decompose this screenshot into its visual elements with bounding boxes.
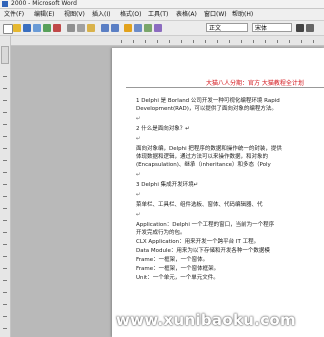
menu-file[interactable]: 文件(F) (4, 10, 24, 19)
ruler-tick (3, 280, 7, 281)
ruler-tick (3, 232, 7, 233)
ruler-tick (3, 136, 7, 137)
save-icon[interactable] (23, 24, 31, 32)
ruler-tick (157, 40, 158, 43)
preview-icon[interactable] (43, 24, 51, 32)
ruler-tick (313, 40, 314, 43)
ruler-tick (3, 112, 7, 113)
table-icon[interactable] (134, 24, 142, 32)
paragraph-line: Application：Delphi 一个工程的窗口，当前为一个程序 (136, 222, 275, 228)
paragraph-mark: ↵ (136, 192, 141, 198)
header-divider (126, 87, 324, 88)
section-heading: 2 什么是面向对象？↵ (136, 126, 190, 132)
ruler-tick (289, 40, 290, 43)
open-icon[interactable] (13, 24, 21, 32)
paragraph-line: Data Module：用来为以下存储和开发各种一个数据模 (136, 248, 270, 254)
section-heading: 3 Delphi 集成开发环境↵ (136, 182, 199, 188)
ruler-tick (3, 244, 7, 245)
bold-icon[interactable] (296, 24, 304, 32)
columns-icon[interactable] (144, 24, 152, 32)
site-watermark: www.xunibaoku.com (116, 311, 296, 329)
ruler-tick (3, 100, 7, 101)
ruler-tick (3, 328, 7, 329)
ruler-tick (3, 208, 7, 209)
ruler-tick (3, 160, 7, 161)
word-app-icon (2, 1, 8, 7)
ruler-tick (3, 220, 7, 221)
horizontal-ruler[interactable] (11, 36, 324, 46)
paragraph-line: (Encapsulation)、继承（inheritance）和多态（Poly (136, 162, 271, 168)
paragraph-line: 菜单栏、工具栏、组件选板、窗体、代码编辑器、代 (136, 202, 263, 208)
undo-icon[interactable] (101, 24, 109, 32)
menu-bar: 文件(F) 编辑(E) 视图(V) 插入(I) 格式(O) 工具(T) 表格(A… (0, 9, 324, 21)
title-bar: 2000 - Microsoft Word (0, 0, 324, 9)
menu-window[interactable]: 窗口(W) (204, 10, 227, 19)
paragraph-line: Frame：一框架，一个窗体框架。 (136, 266, 220, 272)
ruler-tick (301, 40, 302, 43)
vertical-ruler[interactable] (0, 36, 11, 337)
paragraph-line: Frame：一框架，一个窗体。 (136, 257, 209, 263)
ruler-tick (169, 40, 170, 43)
ruler-tick (181, 40, 182, 43)
paragraph-mark: ↵ (136, 172, 141, 178)
paragraph-line: Unit：一个单元，一个单元文件。 (136, 275, 219, 281)
drawing-icon[interactable] (154, 24, 162, 32)
page-header-text: 大猫八人分期：官方 大猫教程全计划 (206, 80, 304, 87)
font-select[interactable]: 宋体 (252, 23, 292, 32)
paragraph-line: 开发完成行为的包。 (136, 230, 186, 236)
window-title: 2000 - Microsoft Word (11, 0, 77, 7)
ruler-tick (3, 316, 7, 317)
ruler-margin-marker[interactable] (1, 46, 9, 64)
paragraph-line: 1 Delphi 是 Borland 公司开发一种可视化编程环境 Rapid (136, 98, 280, 104)
menu-help[interactable]: 帮助(H) (232, 10, 253, 19)
menu-view[interactable]: 视图(V) (64, 10, 85, 19)
ruler-tick (3, 172, 7, 173)
ruler-tick (265, 40, 266, 43)
ruler-tick (3, 292, 7, 293)
paragraph-mark: ↵ (136, 136, 141, 142)
menu-insert[interactable]: 插入(I) (92, 10, 110, 19)
redo-icon[interactable] (111, 24, 119, 32)
cut-icon[interactable] (67, 24, 75, 32)
paragraph-mark: ↵ (136, 212, 141, 218)
ruler-tick (3, 76, 7, 77)
ruler-tick (193, 40, 194, 43)
ruler-tick (3, 148, 7, 149)
paragraph-line: CLX Application：用来开发一个跨平台 IT 工程。 (136, 239, 260, 245)
italic-icon[interactable] (306, 24, 314, 32)
menu-format[interactable]: 格式(O) (120, 10, 141, 19)
copy-icon[interactable] (77, 24, 85, 32)
ruler-tick (3, 268, 7, 269)
standard-toolbar: 正文 宋体 (0, 21, 324, 36)
ruler-tick (229, 40, 230, 43)
ruler-tick (145, 40, 146, 43)
ruler-tick (241, 40, 242, 43)
new-icon[interactable] (3, 24, 13, 34)
paragraph-line: 面向对象编，Delphi 把程序的数据和操作统一的封装，提供 (136, 146, 282, 152)
ruler-tick (3, 124, 7, 125)
style-select[interactable]: 正文 (206, 23, 248, 32)
print-icon[interactable] (33, 24, 41, 32)
ruler-tick (3, 184, 7, 185)
paragraph-mark: ↵ (136, 116, 141, 122)
document-page[interactable]: 大猫八人分期：官方 大猫教程全计划 1 Delphi 是 Borland 公司开… (112, 48, 324, 337)
paste-icon[interactable] (87, 24, 95, 32)
menu-tools[interactable]: 工具(T) (148, 10, 168, 19)
ruler-tick (253, 40, 254, 43)
ruler-tick (3, 88, 7, 89)
ruler-tick (3, 196, 7, 197)
ruler-tick (3, 304, 7, 305)
paragraph-line: Development(RAD)，可以提供了面向对象的编程方法。 (136, 106, 277, 112)
ruler-tick (277, 40, 278, 43)
paragraph-line: 体现数据和逻辑，通过方法可以来操作数据，和对象的 (136, 154, 269, 160)
menu-table[interactable]: 表格(A) (176, 10, 197, 19)
menu-edit[interactable]: 编辑(E) (34, 10, 54, 19)
ruler-tick (217, 40, 218, 43)
insert-hyperlink-icon[interactable] (124, 24, 132, 32)
ruler-tick (121, 40, 122, 43)
ruler-tick (133, 40, 134, 43)
ruler-tick (3, 256, 7, 257)
spelling-icon[interactable] (53, 24, 61, 32)
ruler-tick (205, 40, 206, 43)
